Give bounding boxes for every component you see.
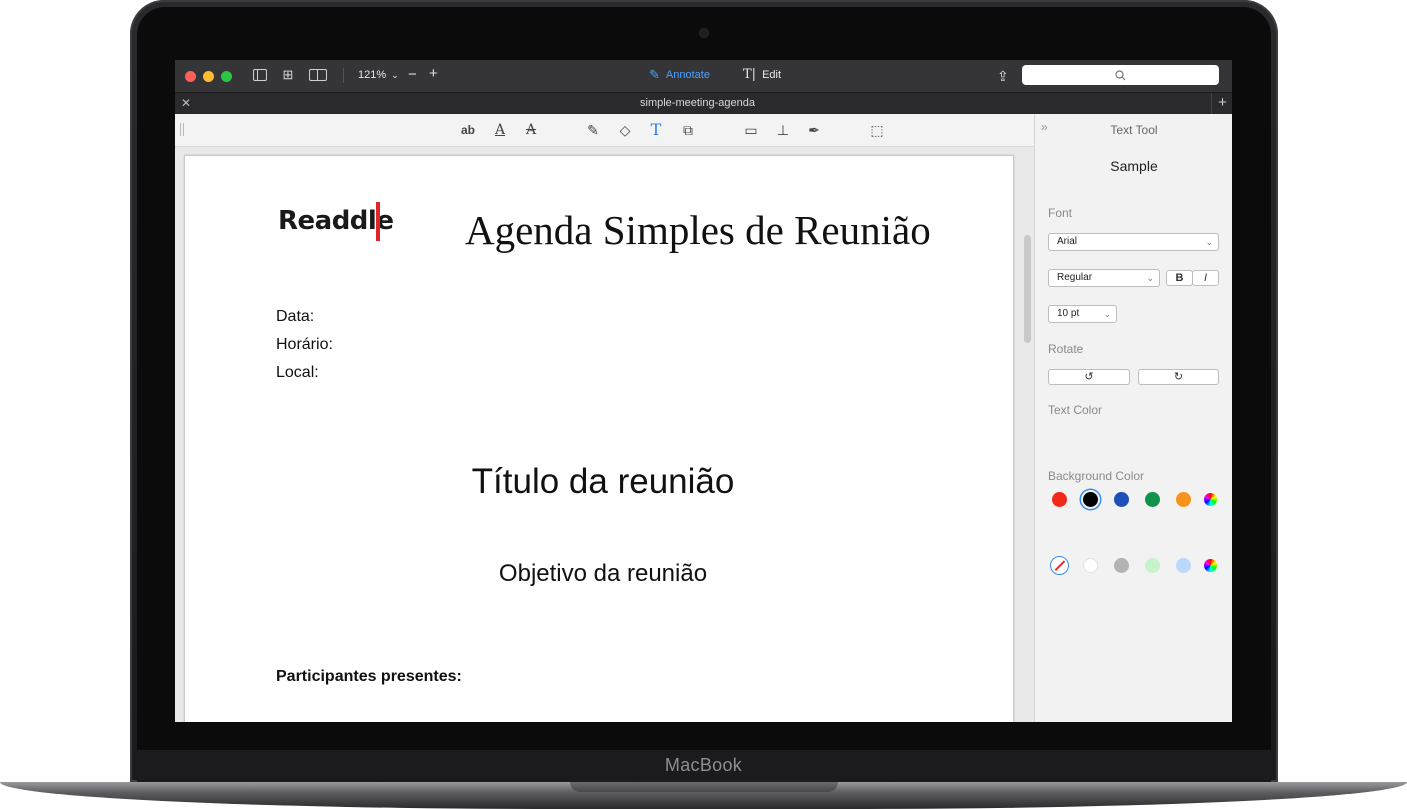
zoom-dropdown[interactable]: 121% ⌄	[358, 69, 399, 81]
rotate-left-icon: ↺	[1084, 371, 1094, 383]
edit-mode-button[interactable]: T| Edit	[743, 67, 781, 82]
annotation-toolbar: ab A A ✎ ◇ T ⧉ ▭ ⊥ ✒ ⬚	[175, 114, 1034, 147]
selection-icon[interactable]: ⬚	[868, 122, 886, 138]
zoom-value: 121%	[358, 69, 387, 81]
text-color-label: Text Color	[1048, 403, 1103, 417]
pdf-page[interactable]: Readdle Agenda Simples de Reunião Data: …	[184, 155, 1014, 722]
eraser-icon[interactable]: ◇	[616, 122, 634, 138]
participants-label: Participantes presentes:	[276, 668, 462, 685]
font-label: Font	[1048, 206, 1073, 220]
font-size-dropdown[interactable]: 10 pt ⌄	[1048, 305, 1117, 323]
field-time: Horário:	[276, 336, 333, 353]
camera	[700, 29, 708, 37]
text-color-picker-icon[interactable]	[1204, 493, 1217, 506]
font-sample: Sample	[1110, 158, 1158, 174]
text-color-swatch[interactable]	[1114, 492, 1129, 507]
logo-accent	[376, 202, 380, 241]
laptop-brand: MacBook	[664, 755, 743, 775]
shapes-icon[interactable]: ⧉	[679, 122, 697, 138]
chevron-down-icon: ⌄	[1103, 309, 1111, 319]
signature-icon[interactable]: ✒	[805, 122, 823, 138]
text-tool-panel: » Text Tool Sample Font Arial ⌄ Regular …	[1034, 114, 1232, 722]
field-location: Local:	[276, 364, 319, 381]
rotate-left-button[interactable]: ↺	[1048, 369, 1130, 385]
stamp-icon[interactable]: ⊥	[774, 122, 792, 138]
rotate-label: Rotate	[1048, 342, 1084, 356]
title-bar: ⊞ 121% ⌄ − + ✎ Annotate T| Edit ⇪	[175, 60, 1232, 92]
rotate-right-icon: ↻	[1173, 371, 1184, 383]
panel-header: Text Tool	[1110, 123, 1158, 137]
tab-title[interactable]: simple-meeting-agenda	[175, 97, 1220, 109]
meeting-title: Título da reunião	[471, 462, 735, 501]
close-window-button[interactable]	[185, 71, 196, 82]
minimize-window-button[interactable]	[203, 71, 214, 82]
two-page-view-icon[interactable]	[309, 69, 327, 81]
sidebar-toggle-icon[interactable]	[253, 69, 267, 81]
background-color-swatch[interactable]	[1145, 558, 1160, 573]
background-color-label: Background Color	[1048, 469, 1145, 483]
vertical-scrollbar[interactable]	[1024, 235, 1031, 343]
zoom-out-icon[interactable]: −	[408, 66, 417, 83]
annotate-mode-button[interactable]: ✎ Annotate	[649, 67, 710, 83]
rotate-right-button[interactable]: ↻	[1138, 369, 1219, 385]
edit-label: Edit	[762, 68, 782, 81]
bold-button[interactable]: B	[1166, 270, 1193, 286]
text-color-swatch[interactable]	[1145, 492, 1160, 507]
laptop-notch	[570, 782, 838, 792]
tab-bar: ✕ simple-meeting-agenda +	[175, 92, 1232, 115]
background-color-swatch[interactable]	[1114, 558, 1129, 573]
thumbnails-grid-icon[interactable]: ⊞	[281, 68, 295, 81]
underline-icon[interactable]: A	[491, 122, 509, 138]
text-color-swatch[interactable]	[1083, 492, 1098, 507]
font-size-value: 10 pt	[1057, 308, 1080, 319]
toolbar-handle[interactable]	[180, 123, 184, 136]
pencil-icon: ✎	[649, 67, 660, 82]
meeting-objective: Objetivo da reunião	[498, 560, 708, 587]
toolbar-divider	[343, 68, 344, 83]
chevron-down-icon: ⌄	[1146, 273, 1154, 283]
background-color-picker-icon[interactable]	[1204, 559, 1217, 572]
strikethrough-icon[interactable]: A	[522, 122, 540, 138]
share-icon[interactable]: ⇪	[997, 68, 1009, 85]
background-color-none-swatch[interactable]	[1050, 556, 1069, 575]
font-family-dropdown[interactable]: Arial ⌄	[1048, 233, 1219, 251]
document-area: Readdle Agenda Simples de Reunião Data: …	[175, 147, 1034, 722]
background-color-swatch[interactable]	[1083, 558, 1098, 573]
annotate-label: Annotate	[665, 69, 710, 81]
font-family-value: Arial	[1057, 236, 1078, 247]
chevron-down-icon: ⌄	[391, 70, 399, 80]
zoom-in-icon[interactable]: +	[429, 65, 438, 82]
italic-button[interactable]: I	[1192, 270, 1219, 286]
font-style-value: Regular	[1057, 272, 1093, 283]
search-field[interactable]	[1022, 65, 1219, 85]
search-icon	[1115, 70, 1126, 81]
background-color-swatch[interactable]	[1176, 558, 1191, 573]
text-tool-icon[interactable]: T	[647, 122, 665, 138]
field-date: Data:	[276, 308, 315, 325]
chevron-down-icon: ⌄	[1205, 237, 1213, 247]
new-tab-button[interactable]: +	[1211, 93, 1232, 115]
pen-icon[interactable]: ✎	[584, 122, 602, 138]
text-color-swatch[interactable]	[1176, 492, 1191, 507]
zoom-window-button[interactable]	[221, 71, 232, 82]
document-title: Agenda Simples de Reunião	[465, 207, 931, 253]
note-icon[interactable]: ▭	[742, 122, 760, 138]
app-window: ⊞ 121% ⌄ − + ✎ Annotate T| Edit ⇪ ✕ simp…	[175, 60, 1232, 722]
text-color-swatch[interactable]	[1052, 492, 1067, 507]
text-highlight-icon[interactable]: ab	[459, 122, 477, 138]
font-style-dropdown[interactable]: Regular ⌄	[1048, 269, 1160, 287]
text-cursor-icon: T|	[743, 67, 757, 82]
